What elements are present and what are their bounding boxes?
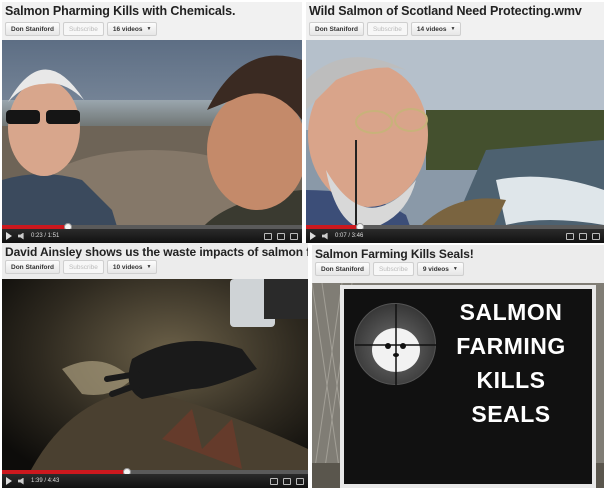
sign-line: SEALS (471, 401, 551, 427)
channel-button[interactable]: Don Staniford (5, 260, 60, 274)
player-controls: 0:23 / 1:51 (2, 229, 302, 243)
videos-dropdown[interactable]: 16 videos ▼ (106, 22, 158, 36)
videos-dropdown[interactable]: 9 videos ▼ (416, 262, 464, 276)
channel-button[interactable]: Don Staniford (5, 22, 60, 36)
player-controls: 1:39 / 4:43 (2, 474, 308, 488)
chevron-down-icon: ▼ (452, 266, 458, 272)
channel-bar: Don Staniford Subscribe 9 videos ▼ (315, 262, 464, 276)
popout-icon[interactable] (277, 232, 285, 240)
subscribe-button[interactable]: Subscribe (372, 262, 414, 276)
videos-count: 10 videos (112, 263, 143, 271)
chevron-down-icon: ▼ (146, 264, 152, 270)
video-frame (2, 279, 308, 488)
video-panel-1: Salmon Pharming Kills with Chemicals. Do… (2, 2, 302, 243)
player-controls: 0:07 / 3:46 (306, 229, 604, 243)
videos-count: 9 videos (422, 265, 449, 273)
video-title[interactable]: David Ainsley shows us the waste impacts… (5, 245, 308, 259)
sign-line: FARMING (456, 333, 566, 359)
time-display: 0:07 / 3:46 (335, 233, 364, 239)
video-player[interactable]: 0:07 / 3:46 (306, 40, 604, 243)
volume-icon[interactable] (322, 232, 328, 240)
popout-icon[interactable] (579, 232, 587, 240)
play-icon[interactable] (6, 477, 12, 485)
videos-dropdown[interactable]: 10 videos ▼ (106, 260, 158, 274)
videos-count: 14 videos (416, 25, 447, 33)
sign-text: SALMON FARMING KILLS SEALS (438, 295, 584, 431)
subscribe-button[interactable]: Subscribe (62, 22, 104, 36)
play-icon[interactable] (6, 232, 12, 240)
volume-icon[interactable] (18, 232, 24, 240)
settings-icon[interactable] (264, 232, 272, 240)
time-display: 1:39 / 4:43 (31, 478, 60, 484)
fullscreen-icon[interactable] (592, 232, 600, 240)
video-player[interactable]: 0:23 / 1:51 (2, 40, 302, 243)
fullscreen-icon[interactable] (296, 477, 304, 485)
settings-icon[interactable] (270, 477, 278, 485)
videos-dropdown[interactable]: 14 videos ▼ (410, 22, 462, 36)
video-panel-2: Wild Salmon of Scotland Need Protecting.… (306, 2, 604, 243)
fullscreen-icon[interactable] (290, 232, 298, 240)
chevron-down-icon: ▼ (146, 26, 152, 32)
channel-button[interactable]: Don Staniford (309, 22, 364, 36)
crosshair-icon (354, 303, 437, 386)
protest-sign: SALMON FARMING KILLS SEALS (340, 285, 596, 488)
videos-count: 16 videos (112, 25, 143, 33)
video-player[interactable]: 1:39 / 4:43 (2, 279, 308, 488)
subscribe-button[interactable]: Subscribe (62, 260, 104, 274)
channel-bar: Don Staniford Subscribe 16 videos ▼ (5, 22, 158, 36)
channel-bar: Don Staniford Subscribe 10 videos ▼ (5, 260, 158, 274)
chevron-down-icon: ▼ (450, 26, 456, 32)
play-icon[interactable] (310, 232, 316, 240)
video-title[interactable]: Wild Salmon of Scotland Need Protecting.… (309, 4, 582, 18)
video-title[interactable]: Salmon Farming Kills Seals! (315, 247, 474, 261)
video-frame (2, 40, 302, 243)
subscribe-button[interactable]: Subscribe (366, 22, 408, 36)
video-title[interactable]: Salmon Pharming Kills with Chemicals. (5, 4, 235, 18)
video-frame (306, 40, 604, 243)
sign-line: SALMON (459, 299, 563, 325)
time-display: 0:23 / 1:51 (31, 233, 60, 239)
popout-icon[interactable] (283, 477, 291, 485)
volume-icon[interactable] (18, 477, 24, 485)
channel-bar: Don Staniford Subscribe 14 videos ▼ (309, 22, 462, 36)
video-panel-3: David Ainsley shows us the waste impacts… (2, 243, 308, 488)
channel-button[interactable]: Don Staniford (315, 262, 370, 276)
settings-icon[interactable] (566, 232, 574, 240)
sign-line: KILLS (476, 367, 546, 393)
video-player[interactable]: SALMON FARMING KILLS SEALS (312, 283, 604, 488)
video-panel-4: Salmon Farming Kills Seals! Don Stanifor… (312, 245, 604, 488)
